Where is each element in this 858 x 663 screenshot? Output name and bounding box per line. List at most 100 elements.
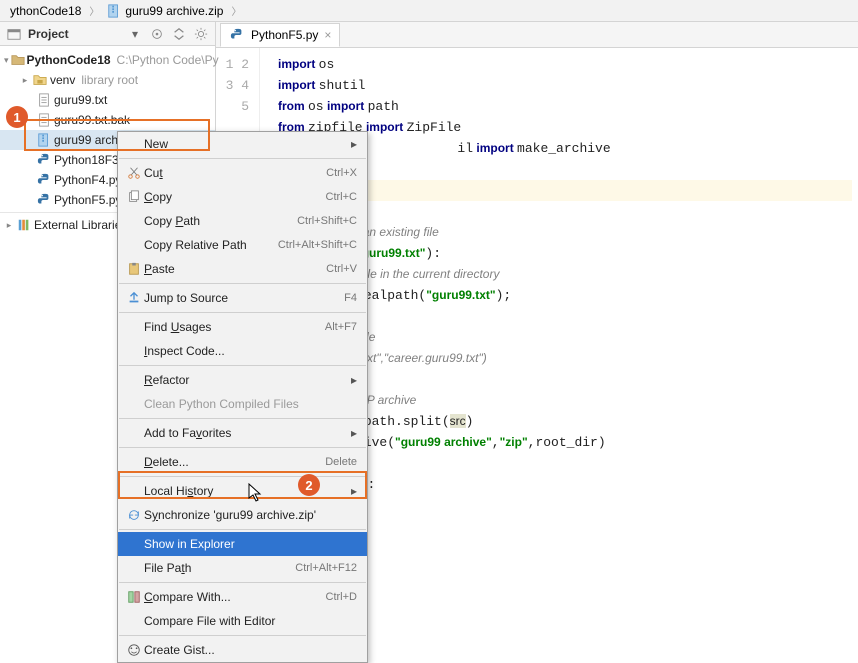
crumb-file[interactable]: guru99 archive.zip	[103, 4, 227, 18]
twisty-open-icon[interactable]: ▾	[4, 55, 9, 66]
cut-icon	[124, 166, 144, 180]
file-icon	[36, 172, 52, 188]
twisty-closed-icon[interactable]: ▸	[20, 75, 30, 86]
submenu-icon: ▸	[347, 426, 357, 440]
gear-icon[interactable]	[193, 26, 209, 42]
mouse-cursor	[248, 483, 264, 503]
crumb-project[interactable]: ythonCode18	[6, 4, 85, 18]
menu-item[interactable]: Create Gist...	[118, 638, 367, 662]
menu-shortcut: Ctrl+V	[326, 263, 357, 275]
menu-item[interactable]: Compare File with Editor	[118, 609, 367, 633]
menu-item[interactable]: Refactor▸	[118, 368, 367, 392]
tree-venv-note: library root	[77, 73, 138, 87]
menu-item-label: Compare File with Editor	[144, 614, 357, 628]
sidebar-title: Project	[28, 27, 121, 41]
archive-file-icon	[107, 4, 121, 18]
menu-item[interactable]: Show in Explorer	[118, 532, 367, 556]
menu-item[interactable]: File PathCtrl+Alt+F12	[118, 556, 367, 580]
menu-item[interactable]: Add to Favorites▸	[118, 421, 367, 445]
menu-item[interactable]: PasteCtrl+V	[118, 257, 367, 281]
submenu-icon: ▸	[347, 373, 357, 387]
menu-item[interactable]: Jump to SourceF4	[118, 286, 367, 310]
chevron-right-icon: 〉	[229, 3, 243, 18]
menu-shortcut: Ctrl+Alt+Shift+C	[278, 239, 357, 251]
menu-item-label: Find Usages	[144, 320, 325, 334]
jump-icon	[124, 291, 144, 305]
menu-item[interactable]: Copy PathCtrl+Shift+C	[118, 209, 367, 233]
menu-item[interactable]: Delete...Delete	[118, 450, 367, 474]
menu-item-label: Add to Favorites	[144, 426, 347, 440]
breadcrumb: ythonCode18 〉 guru99 archive.zip 〉	[0, 0, 858, 22]
submenu-icon: ▸	[347, 137, 357, 151]
project-icon	[6, 26, 22, 42]
menu-item-label: Clean Python Compiled Files	[144, 397, 357, 411]
menu-item[interactable]: Copy Relative PathCtrl+Alt+Shift+C	[118, 233, 367, 257]
lib-folder-icon	[32, 72, 48, 88]
menu-item-label: New	[144, 137, 347, 151]
tab-label: PythonF5.py	[251, 28, 318, 42]
tree-file-label: Python18F3	[54, 153, 119, 167]
collapse-icon[interactable]	[171, 26, 187, 42]
menu-item-label: File Path	[144, 561, 295, 575]
twisty-closed-icon[interactable]: ▸	[4, 220, 14, 231]
tree-root[interactable]: ▾ PythonCode18 C:\Python Code\Py	[0, 50, 215, 70]
tree-file-label: PythonF4.py	[54, 173, 121, 187]
menu-item-label: Inspect Code...	[144, 344, 357, 358]
menu-item-label: Cut	[144, 166, 326, 180]
menu-item-label: Synchronize 'guru99 archive.zip'	[144, 508, 357, 522]
menu-item[interactable]: New▸	[118, 132, 367, 156]
tree-file[interactable]: guru99.txt.bak	[0, 110, 215, 130]
menu-shortcut: Ctrl+X	[326, 167, 357, 179]
menu-item[interactable]: Synchronize 'guru99 archive.zip'	[118, 503, 367, 527]
tree-file-label: guru99.txt	[54, 93, 107, 107]
close-icon[interactable]: ×	[324, 28, 331, 42]
menu-item-label: Create Gist...	[144, 643, 357, 657]
diff-icon	[124, 590, 144, 604]
editor-tabs: PythonF5.py ×	[216, 22, 858, 48]
menu-item[interactable]: CopyCtrl+C	[118, 185, 367, 209]
menu-shortcut: Alt+F7	[325, 321, 357, 333]
file-icon	[36, 132, 52, 148]
menu-item: Clean Python Compiled Files	[118, 392, 367, 416]
tree-venv[interactable]: ▸ venv library root	[0, 70, 215, 90]
crumb-project-label: ythonCode18	[10, 4, 81, 18]
python-file-icon	[229, 27, 245, 43]
menu-item[interactable]: Local History▸	[118, 479, 367, 503]
menu-item[interactable]: Find UsagesAlt+F7	[118, 315, 367, 339]
external-libraries-label: External Libraries	[34, 218, 127, 232]
tree-file-label: guru99.txt.bak	[54, 113, 130, 127]
menu-shortcut: F4	[344, 292, 357, 304]
tab-active[interactable]: PythonF5.py ×	[220, 23, 340, 47]
gist-icon	[124, 643, 144, 657]
libraries-icon	[16, 217, 32, 233]
file-icon	[36, 92, 52, 108]
tree-file-label: PythonF5.py	[54, 193, 121, 207]
menu-shortcut: Ctrl+Shift+C	[297, 215, 357, 227]
menu-item[interactable]: Inspect Code...	[118, 339, 367, 363]
menu-shortcut: Ctrl+D	[326, 591, 357, 603]
menu-item-label: Show in Explorer	[144, 537, 357, 551]
menu-item[interactable]: CutCtrl+X	[118, 161, 367, 185]
callout-badge-2: 2	[298, 474, 320, 496]
menu-item-label: Compare With...	[144, 590, 326, 604]
tree-root-path: C:\Python Code\Py	[113, 53, 219, 67]
crumb-file-label: guru99 archive.zip	[125, 4, 223, 18]
chevron-right-icon: 〉	[87, 3, 101, 18]
sidebar-header: Project ▾	[0, 22, 215, 46]
menu-item-label: Delete...	[144, 455, 325, 469]
sync-icon	[124, 508, 144, 522]
file-icon	[36, 192, 52, 208]
file-icon	[36, 112, 52, 128]
menu-shortcut: Ctrl+C	[326, 191, 357, 203]
target-icon[interactable]	[149, 26, 165, 42]
menu-item-label: Refactor	[144, 373, 347, 387]
menu-item-label: Paste	[144, 262, 326, 276]
paste-icon	[124, 262, 144, 276]
copy-icon	[124, 190, 144, 204]
tree-file[interactable]: guru99.txt	[0, 90, 215, 110]
menu-shortcut: Delete	[325, 456, 357, 468]
menu-item[interactable]: Compare With...Ctrl+D	[118, 585, 367, 609]
dropdown-icon[interactable]: ▾	[127, 26, 143, 42]
menu-item-label: Copy	[144, 190, 326, 204]
context-menu: New▸CutCtrl+XCopyCtrl+CCopy PathCtrl+Shi…	[117, 131, 368, 663]
